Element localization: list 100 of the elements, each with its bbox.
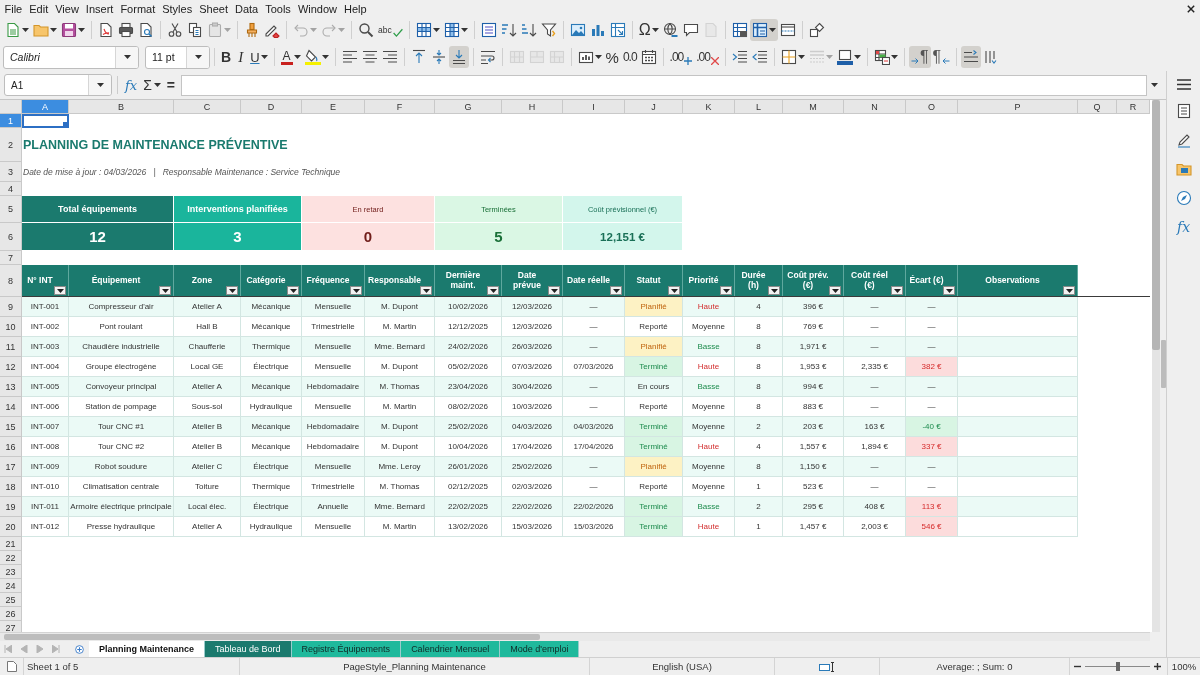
row-number[interactable]: 17: [0, 457, 22, 477]
filter-dropdown-button[interactable]: [768, 286, 780, 295]
filter-dropdown-button[interactable]: [1063, 286, 1075, 295]
filter-dropdown-button[interactable]: [720, 286, 732, 295]
column-letter[interactable]: F: [365, 100, 435, 114]
column-letter[interactable]: R: [1117, 100, 1150, 114]
font-size-box[interactable]: 11 pt: [145, 45, 210, 69]
column-letter[interactable]: C: [174, 100, 241, 114]
row-number[interactable]: 26: [0, 607, 22, 621]
spelling-button[interactable]: abc: [376, 19, 405, 41]
filter-dropdown-button[interactable]: [610, 286, 622, 295]
name-box[interactable]: A1: [4, 74, 112, 96]
column-letter[interactable]: P: [958, 100, 1078, 114]
formula-input-field[interactable]: [181, 74, 1147, 96]
menu-item[interactable]: View: [51, 2, 83, 15]
bold-button[interactable]: B: [219, 46, 234, 68]
row-number[interactable]: 13: [0, 377, 22, 397]
filter-dropdown-button[interactable]: [420, 286, 432, 295]
sheet-tab[interactable]: Mode d'emploi: [500, 641, 580, 657]
row-number[interactable]: 20: [0, 517, 22, 537]
column-letter[interactable]: D: [241, 100, 302, 114]
column-letter[interactable]: B: [69, 100, 174, 114]
row-number[interactable]: 2: [0, 128, 22, 162]
font-color-button[interactable]: A: [278, 46, 303, 68]
dropdown-button[interactable]: [88, 75, 111, 95]
italic-button[interactable]: I: [233, 46, 249, 68]
sheet-tab[interactable]: Planning Maintenance: [89, 641, 205, 657]
filter-dropdown-button[interactable]: [159, 286, 171, 295]
row-number[interactable]: 14: [0, 397, 22, 417]
filter-dropdown-button[interactable]: [829, 286, 841, 295]
filter-dropdown-button[interactable]: [487, 286, 499, 295]
minus-icon[interactable]: [1074, 663, 1081, 670]
functions-tab[interactable]: fx: [1170, 214, 1197, 240]
row-number[interactable]: 21: [0, 537, 22, 551]
sheet-tab[interactable]: Registre Équipements: [291, 641, 402, 657]
sheet-tab[interactable]: Tableau de Bord: [205, 641, 292, 657]
menu-item[interactable]: Sheet: [195, 2, 232, 15]
special-character-button[interactable]: Ω: [636, 19, 661, 41]
number-format-decimal-button[interactable]: 0.0: [620, 46, 639, 68]
vertical-scrollbar[interactable]: [1152, 100, 1160, 632]
row-number[interactable]: 4: [0, 182, 22, 196]
filter-dropdown-button[interactable]: [891, 286, 903, 295]
column-letter[interactable]: L: [735, 100, 783, 114]
column-letter[interactable]: I: [563, 100, 625, 114]
scrollbar-thumb[interactable]: [4, 634, 540, 640]
add-decimal-button[interactable]: .00: [667, 46, 695, 68]
filter-dropdown-button[interactable]: [350, 286, 362, 295]
row-number[interactable]: 10: [0, 317, 22, 337]
sheet-tab[interactable]: Calendrier Mensuel: [401, 641, 501, 657]
plus-icon[interactable]: [1154, 663, 1161, 670]
column-letter[interactable]: E: [302, 100, 365, 114]
column-letter[interactable]: N: [844, 100, 906, 114]
menu-item[interactable]: Insert: [82, 2, 117, 15]
menu-item[interactable]: File: [1, 2, 26, 15]
row-number[interactable]: 7: [0, 251, 22, 265]
row-number[interactable]: 25: [0, 593, 22, 607]
row-number[interactable]: 18: [0, 477, 22, 497]
menu-item[interactable]: Edit: [25, 2, 52, 15]
menu-item[interactable]: Format: [116, 2, 159, 15]
column-letter[interactable]: Q: [1078, 100, 1117, 114]
column-letter[interactable]: J: [625, 100, 683, 114]
filter-dropdown-button[interactable]: [668, 286, 680, 295]
filter-dropdown-button[interactable]: [226, 286, 238, 295]
scrollbar-thumb[interactable]: [1152, 100, 1160, 350]
row-number[interactable]: 11: [0, 337, 22, 357]
filter-dropdown-button[interactable]: [943, 286, 955, 295]
menu-item[interactable]: Styles: [158, 2, 196, 15]
function-wizard-button[interactable]: fx: [122, 74, 141, 96]
delete-decimal-button[interactable]: .00: [694, 46, 721, 68]
filter-dropdown-button[interactable]: [54, 286, 66, 295]
slider-thumb[interactable]: [1115, 662, 1120, 671]
column-letter[interactable]: K: [683, 100, 735, 114]
row-number[interactable]: 9: [0, 297, 22, 317]
row-number[interactable]: 5: [0, 196, 22, 223]
close-document-button[interactable]: [1187, 4, 1195, 13]
row-number[interactable]: 8: [0, 265, 22, 297]
menu-item[interactable]: Window: [294, 2, 341, 15]
right-to-left-button[interactable]: ¶: [930, 46, 953, 68]
expand-formula-button[interactable]: [1151, 83, 1158, 87]
left-to-right-button[interactable]: ¶: [908, 46, 931, 68]
column-letter[interactable]: M: [783, 100, 844, 114]
percent-button[interactable]: %: [603, 46, 621, 68]
dropdown-button[interactable]: [115, 46, 138, 68]
menu-item[interactable]: Tools: [261, 2, 295, 15]
row-number[interactable]: 22: [0, 551, 22, 565]
sum-button[interactable]: Σ: [140, 74, 164, 96]
filter-dropdown-button[interactable]: [287, 286, 299, 295]
row-number[interactable]: 24: [0, 579, 22, 593]
column-letter[interactable]: H: [502, 100, 563, 114]
align-bottom-button[interactable]: [448, 46, 469, 68]
horizontal-scrollbar[interactable]: [0, 632, 1150, 641]
font-name-box[interactable]: Calibri: [3, 45, 139, 69]
cell-cursor[interactable]: [22, 114, 69, 128]
row-number[interactable]: 6: [0, 223, 22, 251]
dropdown-button[interactable]: [186, 46, 209, 68]
freeze-button[interactable]: [749, 19, 778, 41]
zoom-level[interactable]: 100%: [1171, 661, 1197, 672]
row-number[interactable]: 23: [0, 565, 22, 579]
row-number[interactable]: 19: [0, 497, 22, 517]
horizontal-text-button[interactable]: [961, 46, 982, 68]
